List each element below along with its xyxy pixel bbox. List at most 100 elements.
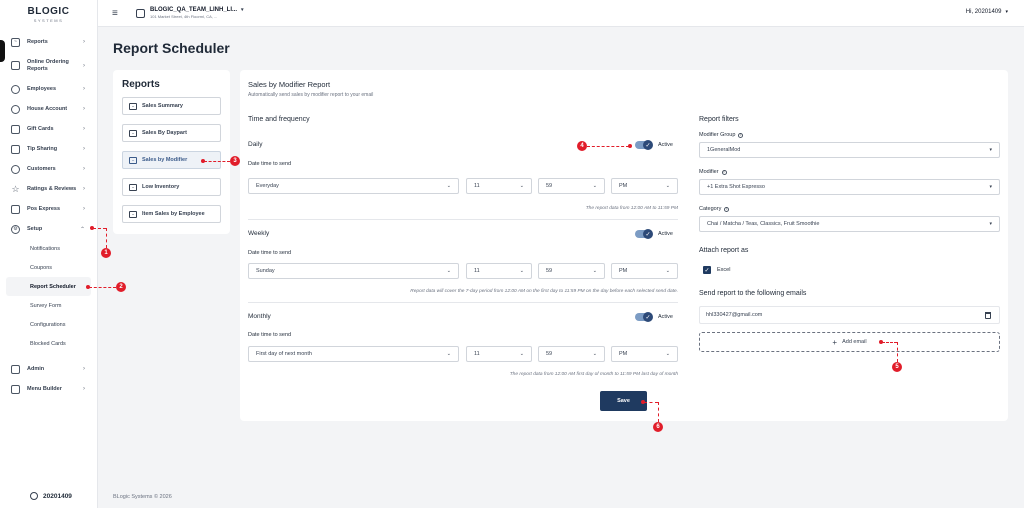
emails-title: Send report to the following emails — [699, 290, 807, 297]
daily-ampm-select[interactable]: PM ⌄ — [611, 178, 678, 194]
info-icon[interactable]: i — [724, 206, 730, 212]
save-button[interactable]: Save — [600, 391, 647, 411]
reports-panel-title: Reports — [122, 79, 160, 90]
attach-report-title: Attach report as — [699, 247, 749, 254]
page-footer: BLogic Systems © 2026 — [113, 494, 172, 500]
chevron-down-icon: ⌄ — [592, 183, 597, 189]
weekly-note: Report data will cover the 7-day period … — [410, 289, 678, 294]
user-menu[interactable]: Hi, 20201409 ▾ — [966, 9, 1008, 15]
modifier-group-select[interactable]: 1GeneralMod ▾ — [699, 142, 1000, 158]
sidebar-item-house-account[interactable]: House Account › — [0, 99, 97, 119]
excel-checkbox[interactable]: ✓ Excel — [703, 266, 730, 274]
report-item-low-inventory[interactable]: ~ Low Inventory — [122, 178, 221, 196]
daily-hour-select[interactable]: 11 ⌄ — [466, 178, 532, 194]
sidebar-item-ratings[interactable]: ☆ Ratings & Reviews › — [0, 179, 97, 199]
sidebar-sub-coupons[interactable]: Coupons — [0, 258, 97, 277]
sidebar-item-customers[interactable]: Customers › — [0, 159, 97, 179]
daily-date-time-label: Date time to send — [248, 161, 292, 167]
chevron-down-icon: ⌄ — [446, 351, 451, 357]
gift-icon — [11, 124, 20, 134]
chevron-right-icon: › — [83, 126, 85, 132]
chevron-down-icon: ⌄ — [665, 268, 670, 274]
weekly-hour-select[interactable]: 11 ⌄ — [466, 263, 532, 279]
annotation-badge-6: 6 — [653, 422, 663, 432]
category-select[interactable]: Chai / Matcha / Teas, Classics, Fruit Sm… — [699, 216, 1000, 232]
sidebar-item-reports[interactable]: ~ Reports › — [0, 32, 97, 52]
divider — [248, 219, 678, 220]
monthly-day-select[interactable]: First day of next month ⌄ — [248, 346, 459, 362]
sidebar-item-tip-sharing[interactable]: Tip Sharing › — [0, 139, 97, 159]
chevron-right-icon: › — [83, 86, 85, 92]
chart-icon: ~ — [11, 37, 20, 47]
sidebar-item-employees[interactable]: Employees › — [0, 79, 97, 99]
sidebar-item-online-ordering[interactable]: Online Ordering Reports › — [0, 52, 97, 79]
sidebar-sub-report-scheduler[interactable]: Report Scheduler — [6, 277, 91, 296]
store-selector[interactable]: BLOGIC_QA_TEAM_LINH_LI... ▾ 101 Market St… — [150, 7, 244, 19]
chevron-right-icon: › — [83, 186, 85, 192]
sidebar-sub-configurations[interactable]: Configurations — [0, 315, 97, 334]
chevron-down-icon: ⌄ — [519, 268, 524, 274]
monthly-title: Monthly — [248, 313, 271, 320]
annotation-badge-1: 1 — [101, 248, 111, 258]
report-item-sales-summary[interactable]: ~ Sales Summary — [122, 97, 221, 115]
sidebar-item-pos-express[interactable]: Pos Express › — [0, 199, 97, 219]
tag-icon — [11, 144, 20, 154]
weekly-day-select[interactable]: Sunday ⌄ — [248, 263, 459, 279]
monthly-minute-select[interactable]: 59 ⌄ — [538, 346, 605, 362]
monthly-date-time-label: Date time to send — [248, 332, 292, 338]
chart-icon: ~ — [129, 156, 137, 164]
weekly-date-time-label: Date time to send — [248, 250, 292, 256]
sidebar-sub-notifications[interactable]: Notifications — [0, 239, 97, 258]
page-title: Report Scheduler — [113, 40, 230, 56]
trash-icon[interactable] — [985, 311, 991, 319]
daily-minute-select[interactable]: 59 ⌄ — [538, 178, 605, 194]
chevron-down-icon: ▾ — [989, 184, 992, 190]
daily-active-toggle[interactable]: ✓ Active — [635, 140, 673, 150]
report-item-item-sales-by-employee[interactable]: ~ Item Sales by Employee — [122, 205, 221, 223]
chevron-down-icon: ▾ — [241, 7, 244, 13]
reports-panel: Reports ~ Sales Summary ~ Sales By Daypart… — [113, 70, 230, 234]
weekly-ampm-select[interactable]: PM ⌄ — [611, 263, 678, 279]
monthly-note: The report data from 12:00 AM first day … — [509, 372, 678, 377]
user-circle-icon — [11, 104, 20, 114]
sidebar-item-gift-cards[interactable]: Gift Cards › — [0, 119, 97, 139]
sidebar-item-admin[interactable]: Admin › — [0, 359, 97, 379]
report-item-sales-by-modifier[interactable]: ~ Sales by Modifier — [122, 151, 221, 169]
info-icon[interactable]: i — [721, 169, 727, 175]
sidebar-item-menu-builder[interactable]: Menu Builder › — [0, 379, 97, 399]
sidebar-sub-survey-form[interactable]: Survey Form — [0, 296, 97, 315]
check-icon: ✓ — [643, 140, 653, 150]
sidebar-user[interactable]: 20201409 — [30, 492, 72, 500]
check-icon: ✓ — [703, 266, 711, 274]
chevron-down-icon: ⌄ — [446, 268, 451, 274]
star-icon: ☆ — [11, 183, 20, 194]
document-icon — [11, 61, 20, 70]
menu-icon[interactable]: ≡ — [112, 8, 122, 19]
chevron-down-icon: ⌄ — [519, 351, 524, 357]
pos-icon — [11, 204, 20, 214]
daily-day-select[interactable]: Everyday ⌄ — [248, 178, 459, 194]
modifier-label: Modifier i — [699, 169, 727, 175]
customers-icon — [11, 164, 20, 174]
modifier-select[interactable]: +1 Extra Shot Espresso ▾ — [699, 179, 1000, 195]
chevron-down-icon: ▾ — [989, 147, 992, 153]
sidebar-collapse-tab[interactable] — [0, 40, 5, 62]
add-email-button[interactable]: + Add email — [699, 332, 1000, 352]
email-row: hhl330427@gmail.com — [699, 306, 1000, 324]
monthly-hour-select[interactable]: 11 ⌄ — [466, 346, 532, 362]
daily-title: Daily — [248, 141, 263, 148]
sidebar-nav: ~ Reports › Online Ordering Reports › Emplo… — [0, 32, 97, 399]
divider — [248, 302, 678, 303]
info-icon[interactable]: i — [738, 132, 744, 138]
report-item-sales-by-daypart[interactable]: ~ Sales By Daypart — [122, 124, 221, 142]
sidebar-sub-blocked-cards[interactable]: Blocked Cards — [0, 334, 97, 353]
weekly-minute-select[interactable]: 59 ⌄ — [538, 263, 605, 279]
chevron-down-icon: ▾ — [1005, 9, 1008, 15]
monthly-ampm-select[interactable]: PM ⌄ — [611, 346, 678, 362]
sidebar-item-setup[interactable]: ⚙ Setup ⌃ — [0, 219, 97, 239]
weekly-active-toggle[interactable]: ✓ Active — [635, 229, 673, 239]
chevron-down-icon: ▾ — [989, 221, 992, 227]
check-icon: ✓ — [643, 312, 653, 322]
chart-icon: ~ — [129, 210, 137, 218]
monthly-active-toggle[interactable]: ✓ Active — [635, 312, 673, 322]
